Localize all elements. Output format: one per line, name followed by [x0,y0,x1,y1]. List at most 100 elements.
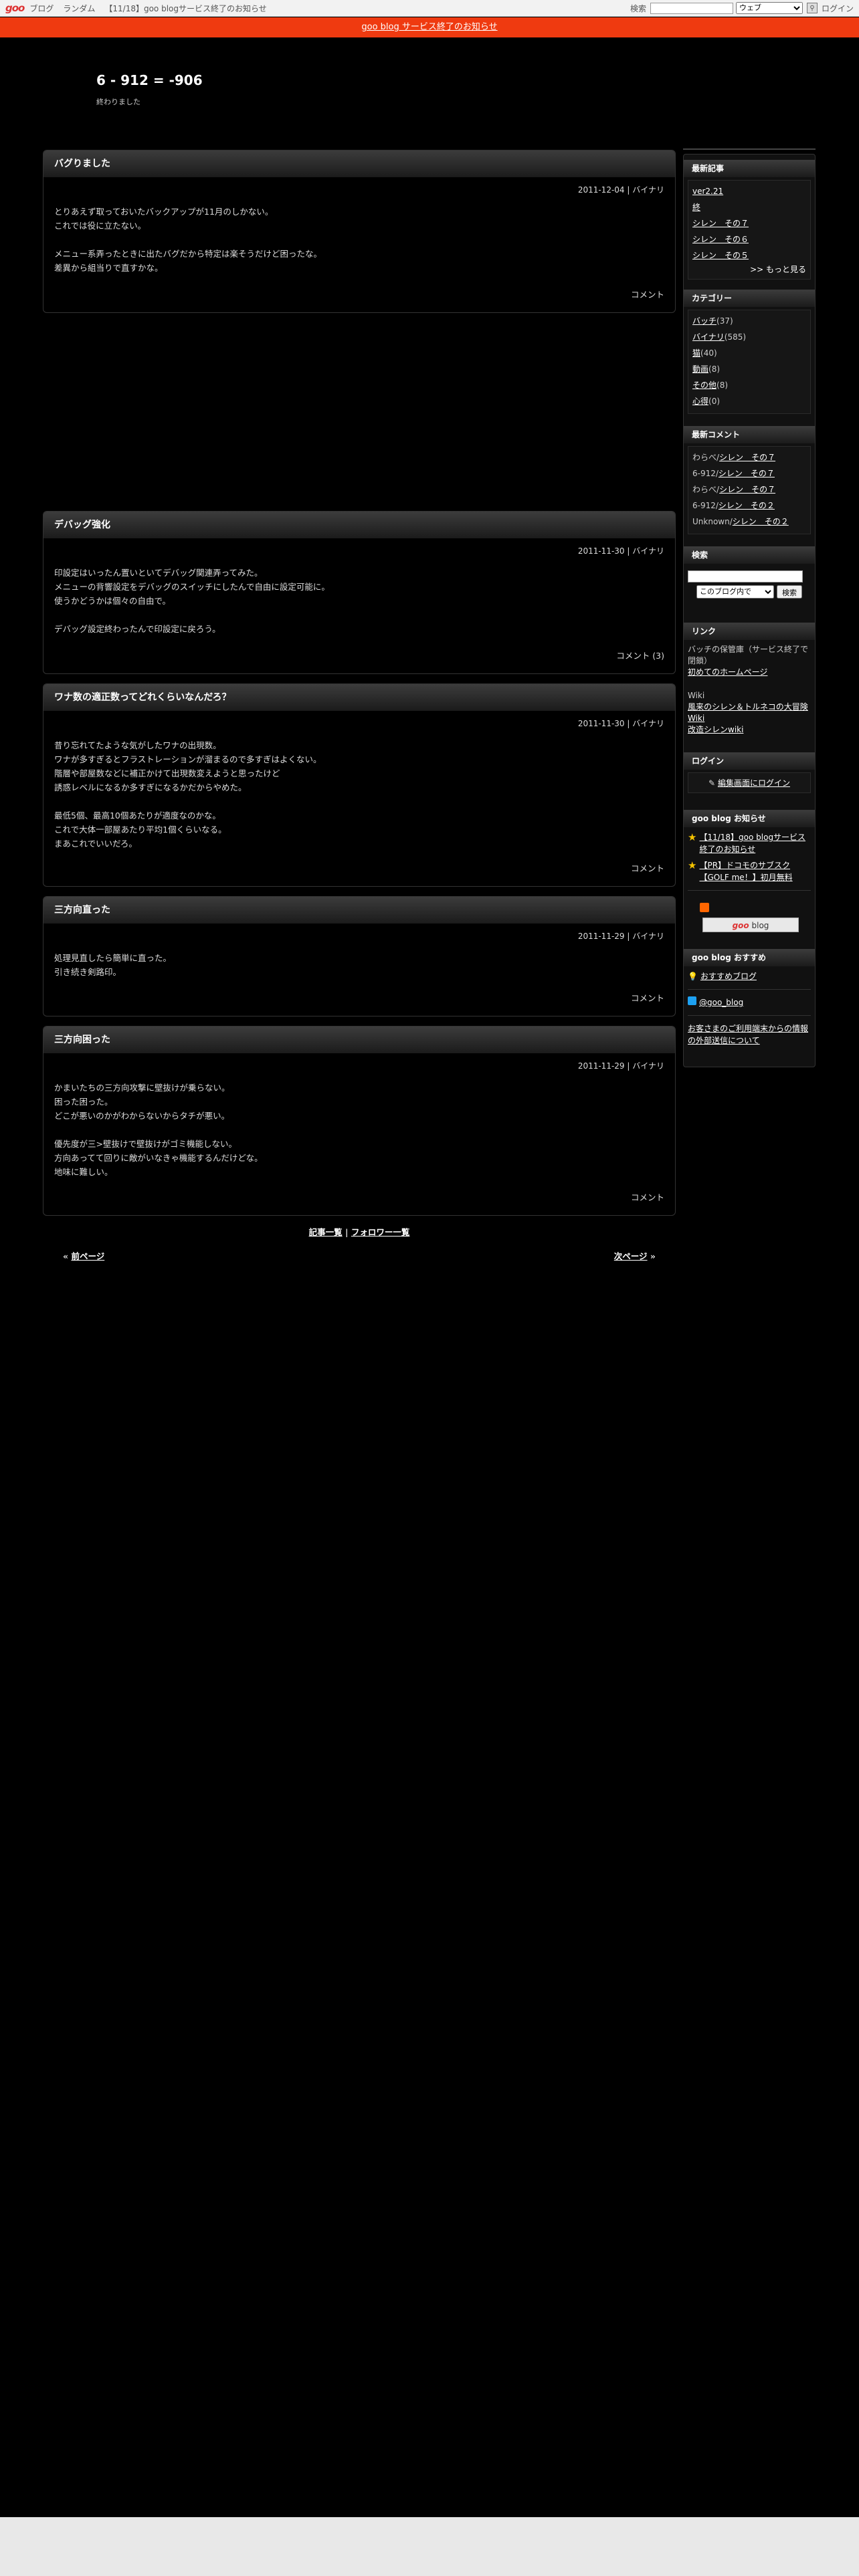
category-count: (8) [717,381,729,390]
recent-entries: 最新記事 ver2.21 終 シレン その７ シレン その６ シレン その５ >… [684,160,815,280]
category-count: (37) [717,316,733,326]
recent-entry-link[interactable]: シレン その７ [692,219,749,228]
recent-entry-link[interactable]: ver2.21 [692,187,723,196]
category-count: (40) [700,348,717,358]
entry-date: 2011-12-04 [577,185,625,195]
recent-entry-link[interactable]: シレン その５ [692,251,749,260]
toolbar-search-scope[interactable]: ウェブ [735,2,803,14]
category-link[interactable]: バッチ [692,316,717,326]
entry-3: 三方向直った 2011-11-29 | バイナリ 処理見直したら簡単に直った。 … [43,896,676,1016]
comment-entry-link[interactable]: シレン その２ [733,517,789,526]
toolbar-link-blog[interactable]: ブログ [29,3,54,14]
blog-search: 検索 このブログ内で 検索 [684,546,815,599]
news-link[interactable]: 【PR】ドコモのサブスク【GOLF me！】初月無料 [699,859,811,883]
entry-comment-link[interactable]: コメント [631,1190,664,1203]
star-icon: ★ [688,859,697,871]
category-link[interactable]: バイナリ [692,332,725,342]
entry-list-link[interactable]: 記事一覧 [309,1227,343,1237]
category-count: (0) [708,397,721,406]
entry-2: ワナ数の適正数ってどれくらいなんだろ？ 2011-11-30 | バイナリ 昔り… [43,683,676,887]
star-icon: ★ [688,831,697,843]
comment-entry-link[interactable]: シレン その７ [719,453,775,462]
prev-page-link[interactable]: 前ページ [71,1251,104,1261]
entry-comment-link[interactable]: コメント [631,288,664,300]
entry-author[interactable]: バイナリ [632,185,664,195]
pencil-icon: ✎ [708,778,716,788]
category-link[interactable]: その他 [692,381,717,390]
entry-meta: 2011-12-04 | バイナリ [577,185,664,195]
entry-body: かまいたちの三方向攻撃に壁抜けが乗らない。 困った困った。 どこが悪いのかがわか… [54,1083,263,1177]
goo-recommend: goo blog おすすめ 💡 おすすめブログ @goo_blog お客さまのご… [684,949,815,1047]
follower-list-link[interactable]: フォロワー一覧 [351,1227,410,1237]
next-page-link[interactable]: 次ページ [614,1251,648,1261]
entry-title[interactable]: 三方向直った [43,897,675,924]
link-homepage[interactable]: 初めてのホームページ [688,667,767,677]
goo-logo[interactable]: goo [5,2,25,14]
entry-title[interactable]: バグりました [43,150,675,177]
links: リンク バッチの保管庫（サービス終了で閉鎖） 初めてのホームページ Wiki 風… [684,623,815,740]
comment-author: わらべ [692,453,717,462]
link-shiren-wiki[interactable]: 風来のシレン＆トルネコの大冒険 Wiki [688,702,808,723]
recent-entries-title: 最新記事 [684,160,815,177]
entry-date: 2011-11-30 [577,719,625,728]
recommend-blog-link[interactable]: おすすめブログ [700,970,757,982]
edit-login-link[interactable]: 編集画面にログイン [718,778,790,788]
link-kaizou-wiki[interactable]: 改造シレンwiki [688,725,743,734]
pager-next: 次ページ » [613,1251,656,1261]
privacy-link[interactable]: お客さまのご利用端末からの情報の外部送信について [688,1023,811,1047]
category-link[interactable]: 心得 [692,397,708,406]
entry-author[interactable]: バイナリ [632,1061,664,1071]
category-link[interactable]: 動画 [692,364,708,374]
comment-author: Unknown [692,517,730,526]
toolbar-login-link[interactable]: ログイン [822,3,854,14]
recent-entry-link[interactable]: シレン その６ [692,235,749,244]
blog-search-scope[interactable]: このブログ内で [696,585,774,599]
comment-author: 6-912 [692,501,716,510]
entry-title[interactable]: 三方向困った [43,1027,675,1053]
login-title: ログイン [684,752,815,770]
entry-meta: 2011-11-30 | バイナリ [577,546,664,556]
goo-blog-badge[interactable]: goo blog [702,918,799,932]
entry-date: 2011-11-29 [577,1061,625,1071]
comment-entry-link[interactable]: シレン その７ [719,485,775,494]
entry-body: 昔り忘れてたような気がしたワナの出現数。 ワナが多すぎるとフラストレーションが溜… [54,740,322,849]
links-title: リンク [684,623,815,640]
entry-comment-link[interactable]: コメント [631,861,664,874]
more-entries-link[interactable]: >> もっと見る [750,265,806,274]
comment-entry-link[interactable]: シレン その７ [719,469,775,478]
toolbar-search-input[interactable] [650,2,733,14]
entry-title[interactable]: ワナ数の適正数ってどれくらいなんだろ？ [43,684,675,711]
entry-title[interactable]: デバッグ強化 [43,512,675,538]
entry-author[interactable]: バイナリ [632,546,664,556]
goo-recommend-title: goo blog おすすめ [684,949,815,966]
entry-date: 2011-11-30 [577,546,625,556]
goo-toolbar: goo ブログ ランダム 【11/18】goo blogサービス終了のお知らせ … [0,0,859,17]
entry-author[interactable]: バイナリ [632,932,664,941]
news-link[interactable]: 【11/18】goo blogサービス終了のお知らせ [699,831,811,855]
toolbar-link-notice[interactable]: 【11/18】goo blogサービス終了のお知らせ [104,3,266,14]
blog-title[interactable]: 6 - 912 = -906 [96,72,203,88]
twitter-icon [688,996,696,1005]
twitter-link[interactable]: @goo_blog [699,996,743,1008]
recent-comments: 最新コメント わらべ/シレン その７ 6-912/シレン その７ わらべ/シレン… [684,426,815,534]
rss-icon[interactable] [700,903,709,912]
login-block: ログイン ✎ 編集画面にログイン [684,752,815,793]
entry-comment-link[interactable]: コメント [631,991,664,1004]
entry-body: とりあえず取っておいたバックアップが11月のしかない。 これでは役に立たない。 … [54,207,322,273]
blog-search-input[interactable] [688,570,803,582]
toolbar-link-random[interactable]: ランダム [63,3,95,14]
blog-search-button[interactable]: 検索 [777,585,802,599]
recent-entry-link[interactable]: 終 [692,203,700,212]
comment-author: 6-912 [692,469,716,478]
toolbar-search-label: 検索 [630,3,646,13]
search-go-icon[interactable]: ⚲ [806,3,818,13]
recent-comments-title: 最新コメント [684,426,815,443]
entry-author[interactable]: バイナリ [632,719,664,728]
comment-entry-link[interactable]: シレン その２ [719,501,775,510]
sidebar: 最新記事 ver2.21 終 シレン その７ シレン その６ シレン その５ >… [683,154,816,1067]
blog-header: 6 - 912 = -906 終わりました [96,72,203,107]
service-notice-link[interactable]: goo blog サービス終了のお知らせ [361,22,497,32]
service-notice-bar: goo blog サービス終了のお知らせ [0,17,859,37]
entry-comment-link[interactable]: コメント (3) [616,649,664,661]
category-link[interactable]: 猫 [692,348,700,358]
